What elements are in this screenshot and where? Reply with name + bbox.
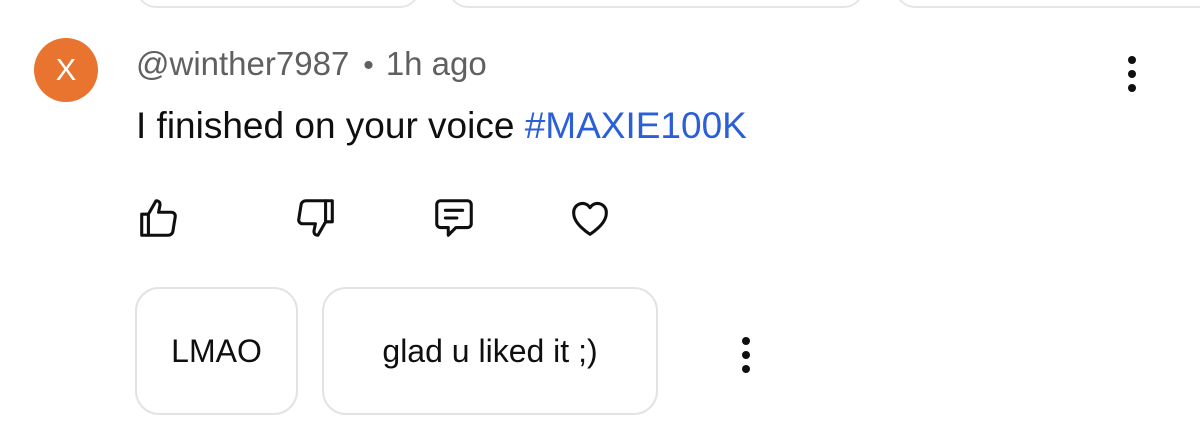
suggested-reply-chip[interactable]: glad u liked it ;) [322, 287, 658, 415]
heart-button[interactable] [566, 194, 614, 242]
comment-thread: X @winther7987 • 1h ago I finished on your… [0, 0, 1200, 433]
dislike-button[interactable] [292, 194, 340, 242]
previous-reply-chip[interactable] [448, 0, 864, 8]
comment-body: I finished on your voice [136, 105, 525, 146]
thumbs-up-icon [140, 199, 177, 237]
previous-reply-chip[interactable] [895, 0, 1200, 8]
comment-icon [435, 199, 473, 237]
like-button[interactable] [134, 194, 182, 242]
reply-button[interactable] [430, 194, 478, 242]
comment-meta: @winther7987 • 1h ago [136, 42, 487, 86]
suggested-reply-label: LMAO [171, 332, 262, 369]
comment-text: I finished on your voice #MAXIE100K [136, 100, 747, 152]
username[interactable]: @winther7987 [136, 45, 349, 82]
avatar[interactable]: X [34, 38, 98, 102]
suggested-reply-chip[interactable]: LMAO [135, 287, 298, 415]
timestamp: 1h ago [385, 45, 487, 82]
hashtag-link[interactable]: #MAXIE100K [525, 105, 747, 146]
suggested-reply-label: glad u liked it ;) [382, 332, 598, 369]
thumbs-down-icon [297, 199, 334, 237]
meta-separator: • [363, 49, 374, 82]
suggested-replies-more-icon[interactable] [741, 337, 751, 373]
comment-more-icon[interactable] [1127, 56, 1137, 92]
heart-icon [572, 201, 608, 236]
previous-reply-chip[interactable] [136, 0, 420, 8]
